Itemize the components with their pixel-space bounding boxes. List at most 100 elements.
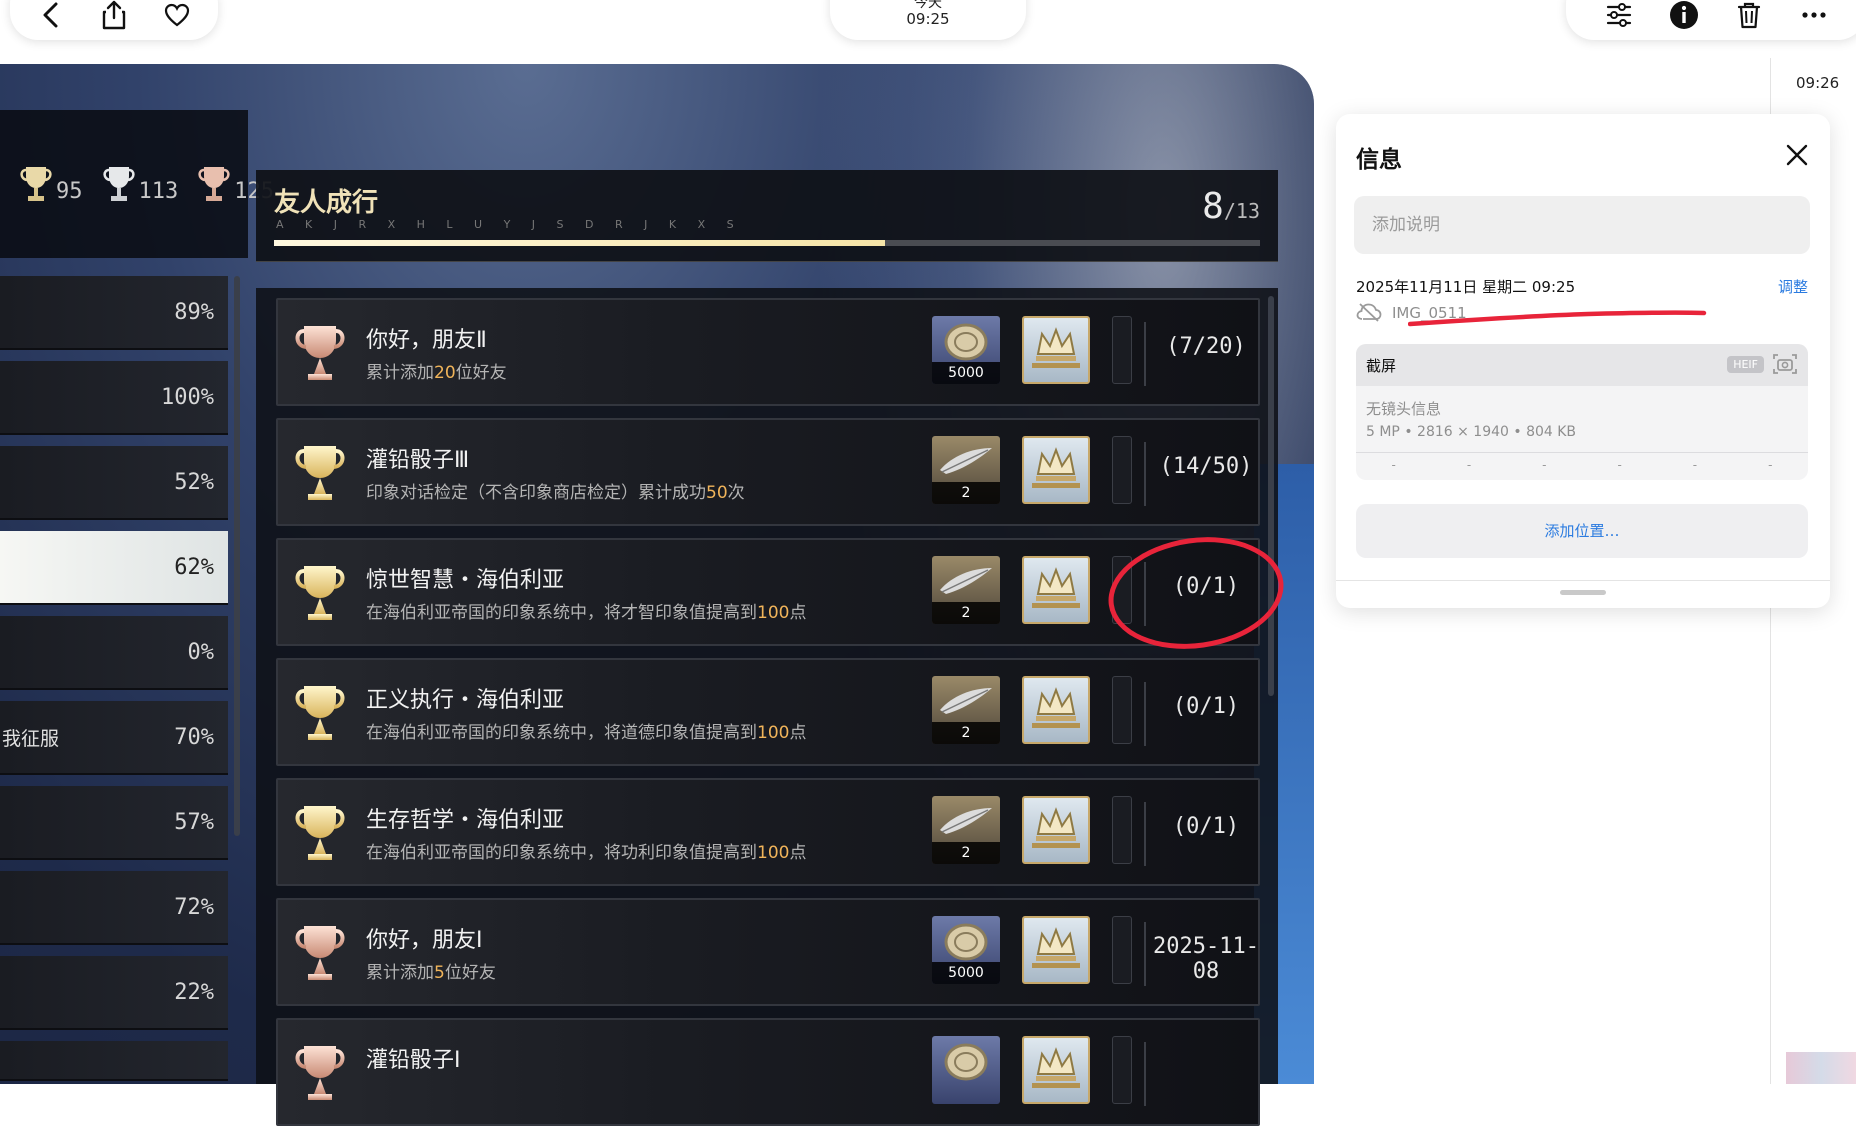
achievement-status: (14/50) (1159, 454, 1253, 479)
achievement-row[interactable]: 你好，朋友Ⅱ 累计添加20位好友 5000 (7/20) (276, 298, 1260, 406)
gold-trophy-icon (295, 446, 345, 500)
back-chevron-icon[interactable] (33, 0, 69, 33)
category-percent: 89% (174, 299, 214, 325)
gold-trophy-icon (295, 686, 345, 740)
viewer-toolbar-left (10, 0, 218, 40)
exif-placeholder: - (1391, 458, 1396, 472)
reward-coin-slot[interactable]: 5000 (932, 916, 1000, 984)
achievement-scrollbar[interactable] (1268, 296, 1274, 696)
trophy-stats-bar: 95 113 125 (0, 110, 274, 258)
desc-text: 在海伯利亚帝国的印象系统中，将才智印象值提高到 (366, 603, 757, 623)
format-badge: HEIF (1727, 356, 1764, 373)
achievement-row[interactable]: 生存哲学・海伯利亚 在海伯利亚帝国的印象系统中，将功利印象值提高到100点 2 (0/… (276, 778, 1260, 886)
category-item[interactable]: 89% (0, 276, 228, 350)
achievement-row[interactable]: 你好，朋友Ⅰ 累计添加5位好友 5000 2025-11-08 (276, 898, 1260, 1006)
crown-icon (1032, 447, 1080, 488)
feather-icon (940, 568, 992, 594)
caption-input[interactable] (1354, 196, 1810, 254)
bronze-trophy-icon (295, 326, 345, 380)
desc-text: 点 (789, 603, 807, 623)
cloud-off-icon (1356, 302, 1382, 322)
category-item[interactable]: 100% (0, 361, 228, 435)
reward-extra-slot[interactable] (1112, 1036, 1132, 1104)
category-scrollbar[interactable] (234, 276, 240, 836)
viewer-toolbar-right (1566, 0, 1856, 40)
reward-feather-slot[interactable]: 2 (932, 556, 1000, 624)
row-divider (1144, 1042, 1146, 1106)
panel-progress-track (274, 240, 1260, 246)
trophy-count-value: 113 (138, 179, 179, 204)
achievement-row[interactable]: 灌铅骰子Ⅲ 印象对话检定（不含印象商店检定）累计成功50次 2 (14/50) (276, 418, 1260, 526)
category-item[interactable]: 我征服 70% (0, 701, 228, 775)
reward-quantity: 5000 (932, 962, 1000, 984)
heart-icon[interactable] (159, 0, 195, 33)
achievement-name: 正义执行・海伯利亚 (366, 688, 565, 713)
reward-extra-slot[interactable] (1112, 316, 1132, 384)
desc-highlight: 100 (757, 843, 790, 863)
category-item[interactable]: 0% (0, 616, 228, 690)
reward-crown-slot[interactable] (1022, 916, 1090, 984)
crown-icon (1032, 687, 1080, 728)
reward-feather-slot[interactable]: 2 (932, 796, 1000, 864)
desc-highlight: 5 (434, 963, 445, 983)
desc-text: 位好友 (455, 363, 507, 383)
trash-icon[interactable] (1731, 0, 1767, 33)
next-photo-time: 09:26 (1796, 74, 1840, 92)
category-percent: 62% (174, 554, 214, 580)
desc-text: 印象对话检定（不含印象商店检定）累计成功 (366, 483, 706, 503)
reward-extra-slot[interactable] (1112, 436, 1132, 504)
more-ellipsis-icon[interactable] (1796, 0, 1832, 33)
desc-text: 位好友 (444, 963, 496, 983)
reward-extra-slot[interactable] (1112, 676, 1132, 744)
reward-quantity: 2 (932, 722, 1000, 744)
adjust-sliders-icon[interactable] (1601, 0, 1637, 33)
exif-placeholder: - (1466, 458, 1472, 472)
reward-coin-slot[interactable] (932, 1036, 1000, 1104)
row-divider (1144, 922, 1146, 986)
achievement-name: 生存哲学・海伯利亚 (366, 808, 565, 833)
reward-extra-slot[interactable] (1112, 916, 1132, 984)
silver-trophy-icon (102, 167, 135, 201)
achievement-category-list: 89% 100% 52% 62% 0% 我征服 70% 57% 72% 22% (0, 272, 246, 1082)
reward-extra-slot[interactable] (1112, 796, 1132, 864)
metadata-card: 截屏 HEIF 无镜头信息 5 MP • 2816 × 1940 • 804 K… (1356, 344, 1808, 480)
reward-crown-slot[interactable] (1022, 796, 1090, 864)
achievement-row[interactable]: 灌铅骰子Ⅰ (276, 1018, 1260, 1126)
next-photo-thumbnail[interactable] (1786, 1052, 1856, 1084)
count-done: 8 (1202, 186, 1224, 227)
exif-placeholder: - (1692, 458, 1698, 472)
reward-crown-slot[interactable] (1022, 1036, 1090, 1104)
category-item[interactable]: 57% (0, 786, 228, 860)
sheet-grabber[interactable] (1560, 590, 1606, 595)
reward-feather-slot[interactable]: 2 (932, 676, 1000, 744)
row-divider (1144, 682, 1146, 746)
reward-feather-slot[interactable]: 2 (932, 436, 1000, 504)
gold-trophy-icon (295, 566, 345, 620)
category-item-selected[interactable]: 62% (0, 531, 228, 605)
desc-highlight: 100 (757, 723, 790, 743)
desc-text: 在海伯利亚帝国的印象系统中，将功利印象值提高到 (366, 843, 757, 863)
category-item[interactable]: 52% (0, 446, 228, 520)
category-item[interactable]: 72% (0, 871, 228, 945)
add-location-button[interactable]: 添加位置… (1356, 504, 1808, 558)
close-icon[interactable] (1784, 142, 1810, 168)
share-icon[interactable] (96, 0, 132, 33)
gold-trophy-icon (295, 806, 345, 860)
achievement-description: 累计添加20位好友 (366, 358, 507, 383)
reward-crown-slot[interactable] (1022, 436, 1090, 504)
feather-icon (940, 448, 992, 474)
category-item[interactable]: 22% (0, 956, 228, 1030)
category-item-partial[interactable] (0, 1041, 228, 1081)
reward-crown-slot[interactable] (1022, 556, 1090, 624)
reward-crown-slot[interactable] (1022, 676, 1090, 744)
achievement-row[interactable]: 正义执行・海伯利亚 在海伯利亚帝国的印象系统中，将道德印象值提高到100点 2 (0/… (276, 658, 1260, 766)
adjust-date-button[interactable]: 调整 (1778, 276, 1808, 297)
crown-icon (1032, 567, 1080, 608)
info-icon[interactable] (1666, 0, 1702, 33)
reward-crown-slot[interactable] (1022, 316, 1090, 384)
reward-quantity: 2 (932, 842, 1000, 864)
achievement-status: 2025-11-08 (1153, 934, 1259, 984)
category-percent: 57% (174, 809, 214, 835)
reward-coin-slot[interactable]: 5000 (932, 316, 1000, 384)
achievement-name: 灌铅骰子Ⅲ (366, 448, 470, 473)
